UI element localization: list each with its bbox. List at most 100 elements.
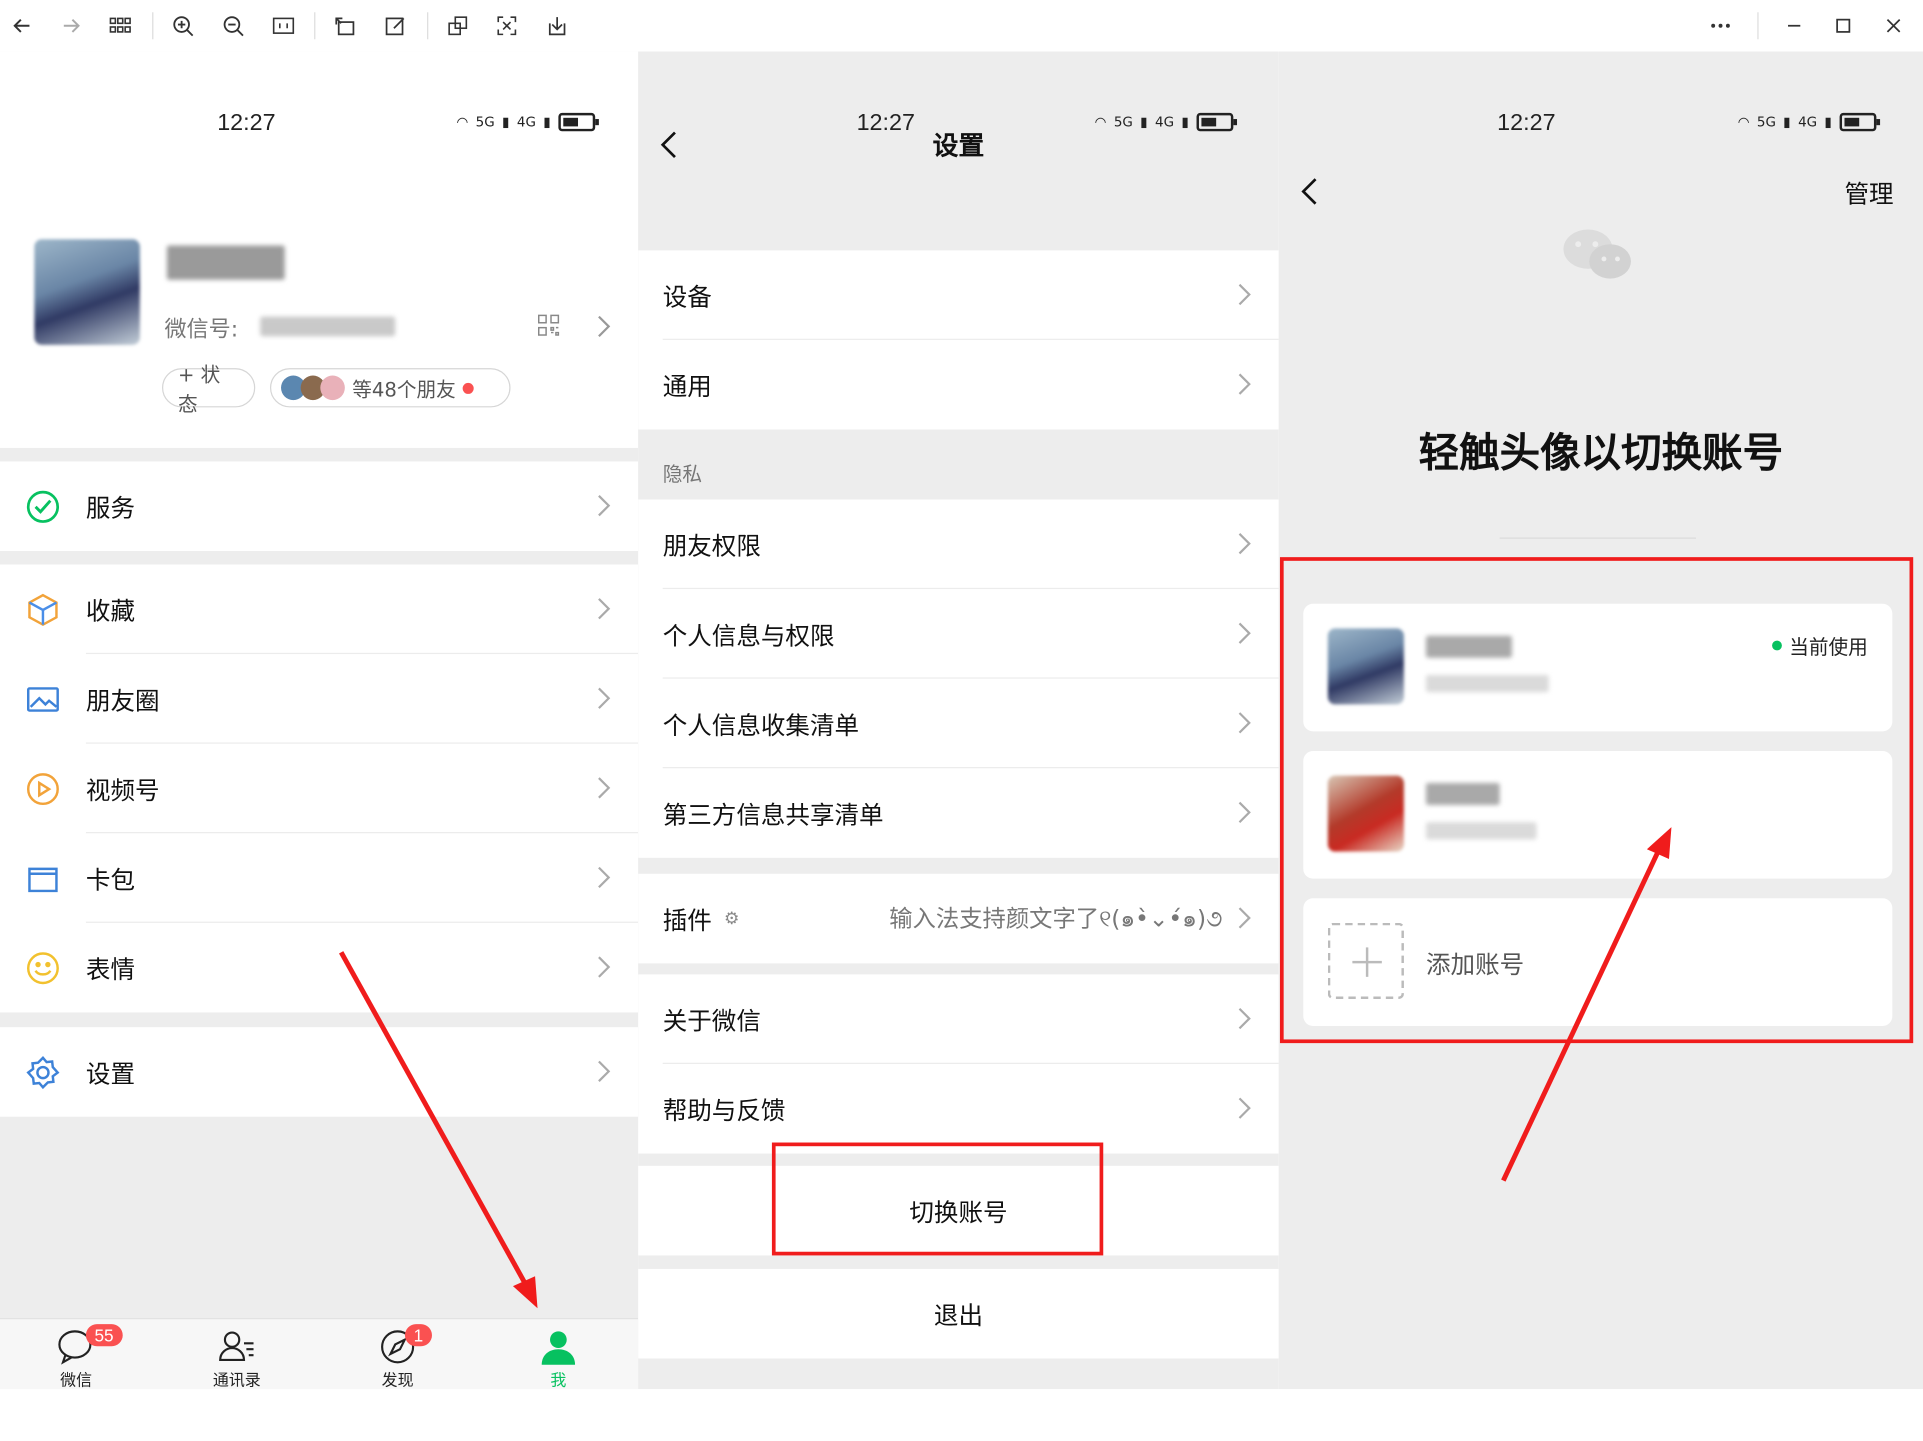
- add-account-button[interactable]: 添加账号: [1303, 898, 1893, 1026]
- tab-contacts[interactable]: 通讯录: [200, 1327, 274, 1389]
- tab-chats[interactable]: 微信 55: [39, 1324, 123, 1389]
- settings-item-friend-permissions[interactable]: 朋友权限: [638, 499, 1279, 590]
- signal-icon: ▮: [502, 114, 510, 131]
- discover-badge: 1: [404, 1324, 432, 1347]
- account-card-current[interactable]: 当前使用: [1303, 603, 1893, 732]
- settings-group-plugins: 插件 ⚙ 输入法支持颜文字了୧(๑•̀⌄•́๑)૭: [638, 873, 1279, 964]
- favorites-icon: [28, 593, 58, 627]
- nickname-redacted: [1426, 635, 1512, 658]
- rotate-icon[interactable]: [329, 10, 361, 42]
- menu-item-favorites[interactable]: 收藏: [0, 565, 639, 655]
- plugin-bulb-icon: ⚙: [724, 908, 740, 929]
- menu-group-settings: 设置: [0, 1027, 639, 1117]
- service-icon: [26, 490, 60, 523]
- maximize-icon[interactable]: [1827, 10, 1859, 42]
- status-button[interactable]: + 状态: [161, 363, 256, 416]
- switch-account-title: 轻触头像以切换账号: [1418, 428, 1784, 477]
- edit-icon[interactable]: [379, 10, 411, 42]
- battery-icon: [1839, 112, 1880, 132]
- wechat-logo-icon: [1563, 229, 1631, 279]
- close-icon[interactable]: [1878, 10, 1910, 42]
- account-id-redacted: [1426, 822, 1537, 840]
- wifi-icon: ◠: [456, 114, 469, 131]
- profile-card[interactable]: 12:27 ◠ 5G ▮ 4G ▮ 微信号: + 状态 等48个朋友: [0, 51, 639, 448]
- chevron-right-icon: [1238, 1097, 1251, 1119]
- signal-icon: ▮: [543, 114, 551, 131]
- settings-group-top: 设备 通用: [638, 250, 1279, 430]
- page-title: 设置: [932, 131, 985, 161]
- chevron-right-icon: [598, 1060, 611, 1082]
- back-chevron-icon[interactable]: [660, 130, 677, 159]
- person-icon: [541, 1331, 576, 1365]
- settings-item-personal-info-list[interactable]: 个人信息收集清单: [638, 679, 1279, 769]
- battery-icon: [558, 112, 599, 132]
- friends-status-pill[interactable]: 等48个朋友: [269, 368, 511, 408]
- grid-icon[interactable]: [104, 10, 136, 42]
- menu-item-moments[interactable]: 朋友圈: [0, 654, 639, 744]
- logout-button[interactable]: 退出: [638, 1268, 1279, 1359]
- minimize-icon[interactable]: [1778, 10, 1810, 42]
- settings-group-privacy: 朋友权限 个人信息与权限 个人信息收集清单 第三方信息共享清单: [638, 499, 1279, 858]
- chevron-right-icon: [598, 866, 611, 889]
- sticker-icon: [26, 952, 59, 985]
- status-icons: ◠ 5G ▮ 4G ▮: [1738, 112, 1880, 132]
- zoom-out-icon[interactable]: [217, 10, 249, 42]
- actual-size-icon[interactable]: [268, 10, 300, 42]
- tab-discover[interactable]: 发现 1: [361, 1324, 435, 1389]
- avatar: [1327, 775, 1404, 852]
- chevron-right-icon: [598, 687, 611, 709]
- menu-item-sticker[interactable]: 表情: [0, 923, 638, 1013]
- signal-icon: ▮: [1824, 114, 1832, 131]
- viewer-bottom-area: [0, 1389, 1923, 1441]
- settings-item-plugins[interactable]: 插件 ⚙ 输入法支持颜文字了୧(๑•̀⌄•́๑)૭: [638, 874, 1279, 964]
- settings-item-help-feedback[interactable]: 帮助与反馈: [638, 1064, 1279, 1154]
- chevron-right-icon[interactable]: [596, 314, 611, 339]
- chevron-right-icon: [598, 777, 611, 799]
- account-id-redacted: [1426, 674, 1549, 693]
- signal-icon: ▮: [1783, 114, 1791, 131]
- tab-me[interactable]: 我: [522, 1327, 596, 1389]
- settings-item-personal-info-permissions[interactable]: 个人信息与权限: [638, 589, 1279, 679]
- red-dot-indicator: [463, 382, 475, 394]
- chevron-right-icon: [1238, 533, 1251, 555]
- more-icon[interactable]: [1705, 10, 1737, 42]
- settings-group-about: 关于微信 帮助与反馈: [638, 974, 1279, 1154]
- chevron-right-icon: [1238, 801, 1251, 824]
- avatar[interactable]: [34, 239, 140, 345]
- forward-arrow-icon[interactable]: [55, 10, 87, 42]
- download-icon[interactable]: [541, 10, 573, 42]
- settings-item-general[interactable]: 通用: [638, 340, 1279, 430]
- menu-group-main: 收藏 朋友圈 视频号 卡包 表情: [0, 564, 639, 1013]
- chevron-right-icon: [1238, 622, 1251, 644]
- contacts-icon: [219, 1331, 254, 1362]
- back-arrow-icon[interactable]: [6, 10, 38, 42]
- menu-item-card-wallet[interactable]: 卡包: [0, 833, 639, 923]
- plus-icon: [1327, 922, 1404, 999]
- account-card-other[interactable]: [1303, 751, 1893, 879]
- menu-item-settings[interactable]: 设置: [0, 1027, 638, 1117]
- title-divider: [1499, 537, 1696, 539]
- chevron-right-icon: [1238, 712, 1251, 734]
- status-time: 12:27: [217, 110, 276, 137]
- settings-item-third-party-sharing[interactable]: 第三方信息共享清单: [638, 768, 1279, 858]
- settings-item-about-wechat[interactable]: 关于微信: [638, 974, 1279, 1064]
- settings-item-devices[interactable]: 设备: [638, 250, 1279, 340]
- current-indicator: 当前使用: [1772, 631, 1868, 660]
- wechat-id-redacted: [260, 316, 396, 337]
- settings-screen: 12:27 ◠ 5G ▮ 4G ▮ 设置 设备 通用 隐私 朋友权限 个人信息与…: [638, 51, 1279, 1390]
- moments-icon: [26, 687, 59, 712]
- nickname-redacted: [166, 245, 285, 280]
- back-chevron-icon[interactable]: [1301, 177, 1318, 206]
- menu-item-channels[interactable]: 视频号: [0, 744, 639, 834]
- chevron-right-icon: [598, 956, 611, 978]
- crop-icon[interactable]: [442, 10, 474, 42]
- wechat-id-label: 微信号:: [164, 316, 239, 343]
- me-screen: 12:27 ◠ 5G ▮ 4G ▮ 微信号: + 状态 等48个朋友 服务 收藏…: [0, 51, 639, 1390]
- fit-screen-icon[interactable]: [491, 10, 523, 42]
- chevron-right-icon: [1238, 907, 1251, 929]
- menu-item-service[interactable]: 服务: [0, 461, 638, 551]
- switch-account-button[interactable]: 切换账号: [638, 1165, 1279, 1256]
- manage-button[interactable]: 管理: [1844, 174, 1893, 210]
- qrcode-icon[interactable]: [538, 314, 560, 336]
- zoom-in-icon[interactable]: [167, 10, 199, 42]
